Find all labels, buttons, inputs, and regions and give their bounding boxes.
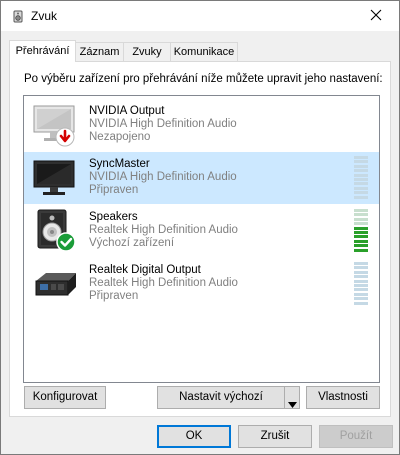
tab-recording[interactable]: Záznam: [75, 42, 124, 61]
speaker-default-icon: [32, 208, 78, 254]
level-meter: [354, 156, 368, 200]
device-driver: Realtek High Definition Audio: [89, 224, 238, 236]
device-name: SyncMaster: [89, 158, 150, 170]
device-status: Připraven: [89, 290, 139, 302]
device-status: Výchozí zařízení: [89, 237, 175, 249]
monitor-icon: [32, 155, 78, 201]
device-driver: NVIDIA High Definition Audio: [89, 171, 237, 183]
device-name: NVIDIA Output: [89, 105, 165, 117]
tab-communications[interactable]: Komunikace: [170, 42, 238, 61]
caret-down-icon: [288, 395, 297, 416]
list-item[interactable]: SyncMaster NVIDIA High Definition Audio …: [24, 152, 379, 204]
speaker-icon: [10, 8, 26, 24]
device-status: Připraven: [89, 184, 139, 196]
window-title: Zvuk: [31, 9, 58, 23]
device-driver: NVIDIA High Definition Audio: [89, 118, 237, 130]
instruction-text: Po výběru zařízení pro přehrávání níže m…: [24, 73, 383, 85]
playback-panel: Po výběru zařízení pro přehrávání níže m…: [9, 61, 391, 417]
monitor-disconnected-icon: [32, 102, 78, 148]
properties-button[interactable]: Vlastnosti: [306, 386, 380, 409]
set-default-dropdown[interactable]: [284, 387, 299, 408]
close-icon: [370, 9, 382, 24]
list-item[interactable]: Speakers Realtek High Definition Audio V…: [24, 205, 379, 257]
configure-button[interactable]: Konfigurovat: [24, 386, 106, 409]
digital-output-icon: [32, 261, 78, 307]
tab-sounds[interactable]: Zvuky: [123, 42, 171, 61]
list-item[interactable]: NVIDIA Output NVIDIA High Definition Aud…: [24, 99, 379, 151]
device-name: Realtek Digital Output: [89, 264, 201, 276]
set-default-label: Nastavit výchozí: [179, 391, 263, 403]
device-name: Speakers: [89, 211, 138, 223]
device-driver: Realtek High Definition Audio: [89, 277, 238, 289]
device-status: Nezapojeno: [89, 131, 151, 143]
sound-dialog: Zvuk Přehrávání Záznam Zvuky Komunikace …: [0, 0, 400, 455]
list-item[interactable]: Realtek Digital Output Realtek High Defi…: [24, 258, 379, 310]
apply-button[interactable]: Použít: [319, 425, 393, 448]
tab-playback[interactable]: Přehrávání: [9, 40, 76, 62]
title-bar[interactable]: Zvuk: [1, 1, 399, 31]
ok-button[interactable]: OK: [157, 425, 231, 448]
set-default-button[interactable]: Nastavit výchozí: [157, 386, 300, 409]
level-meter: [354, 262, 368, 306]
close-button[interactable]: [353, 1, 399, 31]
level-meter: [354, 209, 368, 253]
device-list[interactable]: NVIDIA Output NVIDIA High Definition Aud…: [23, 95, 380, 383]
cancel-button[interactable]: Zrušit: [238, 425, 312, 448]
